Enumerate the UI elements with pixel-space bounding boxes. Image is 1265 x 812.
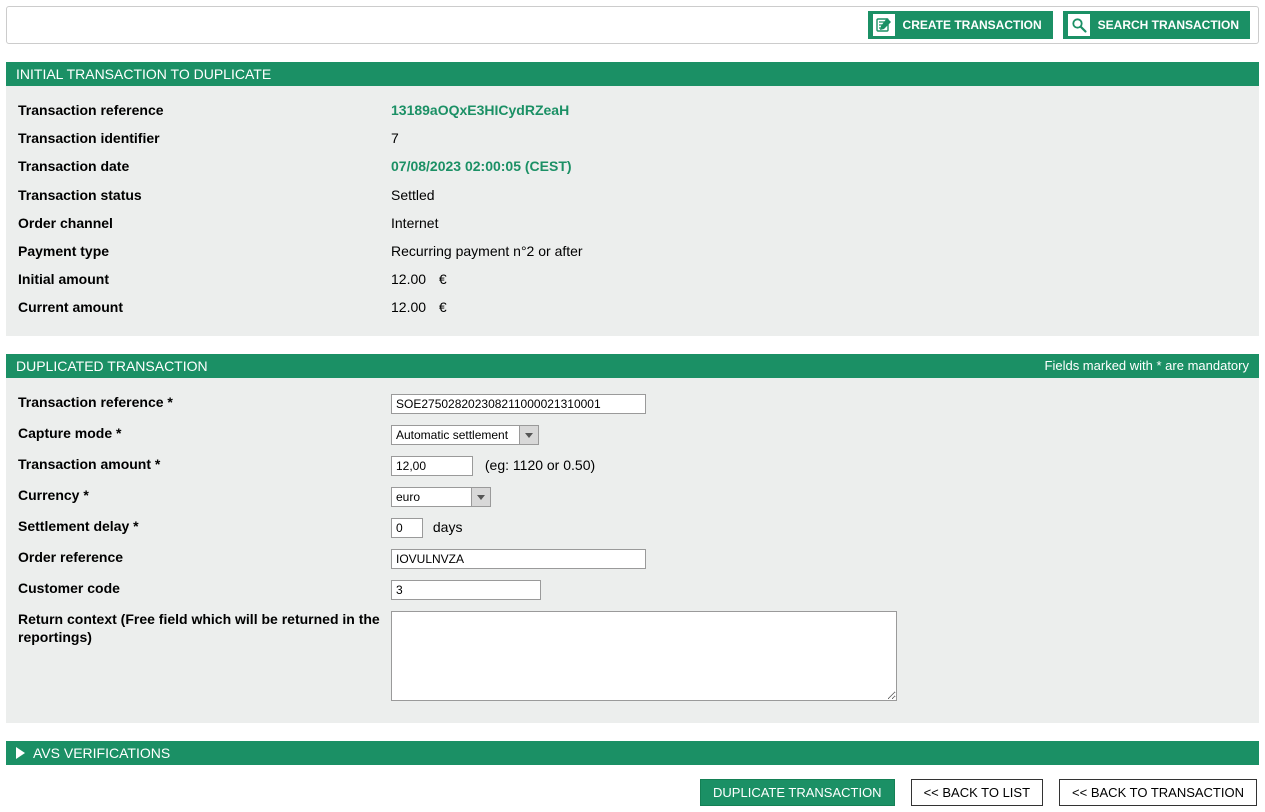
row-return-context: Return context (Free field which will be…: [18, 605, 1247, 709]
back-to-list-button[interactable]: << BACK TO LIST: [911, 779, 1043, 806]
row-settlement-delay: Settlement delay * days: [18, 512, 1247, 543]
customer-code-input[interactable]: [391, 580, 541, 600]
value-current-amount: 12.00 €: [391, 298, 447, 315]
label-txn-id: Transaction identifier: [18, 129, 391, 147]
label-order-channel: Order channel: [18, 214, 391, 232]
row-currency: Currency * euro: [18, 481, 1247, 512]
row-capture-mode: Capture mode * Automatic settlement: [18, 419, 1247, 450]
value-txn-status: Settled: [391, 186, 435, 203]
row-order-channel: Order channel Internet: [18, 209, 1247, 237]
row-txn-ref: Transaction reference 13189aOQxE3HICydRZ…: [18, 96, 1247, 124]
label-currency: Currency *: [18, 486, 391, 504]
search-icon: [1068, 14, 1090, 36]
value-payment-type: Recurring payment n°2 or after: [391, 242, 583, 259]
label-txn-date: Transaction date: [18, 157, 391, 175]
settlement-delay-input[interactable]: [391, 518, 423, 538]
value-txn-date: 07/08/2023 02:00:05 (CEST): [391, 157, 572, 174]
row-order-reference: Order reference: [18, 543, 1247, 574]
label-settlement-delay: Settlement delay *: [18, 517, 391, 535]
label-customer-code: Customer code: [18, 579, 391, 597]
value-initial-amount: 12.00 €: [391, 270, 447, 287]
label-initial-amount: Initial amount: [18, 270, 391, 288]
row-txn-status: Transaction status Settled: [18, 181, 1247, 209]
label-txn-amount: Transaction amount *: [18, 455, 391, 473]
value-txn-id: 7: [391, 129, 399, 146]
initial-section-header: INITIAL TRANSACTION TO DUPLICATE: [6, 62, 1259, 86]
label-current-amount: Current amount: [18, 298, 391, 316]
avs-header-title: AVS VERIFICATIONS: [33, 745, 170, 761]
current-amount-currency: €: [439, 299, 447, 315]
row-customer-code: Customer code: [18, 574, 1247, 605]
currency-select[interactable]: euro: [391, 487, 491, 507]
search-transaction-button[interactable]: SEARCH TRANSACTION: [1063, 11, 1250, 39]
label-txn-status: Transaction status: [18, 186, 391, 204]
row-txn-amount: Transaction amount * (eg: 1120 or 0.50): [18, 450, 1247, 481]
label-return-context: Return context (Free field which will be…: [18, 610, 391, 646]
footer-buttons: DUPLICATE TRANSACTION << BACK TO LIST <<…: [6, 779, 1259, 806]
create-transaction-button[interactable]: CREATE TRANSACTION: [868, 11, 1053, 39]
initial-section-body: Transaction reference 13189aOQxE3HICydRZ…: [6, 86, 1259, 336]
label-capture-mode: Capture mode *: [18, 424, 391, 442]
create-transaction-label: CREATE TRANSACTION: [903, 18, 1042, 32]
settlement-delay-unit: days: [433, 519, 463, 535]
duplicated-header-title: DUPLICATED TRANSACTION: [16, 358, 208, 374]
label-payment-type: Payment type: [18, 242, 391, 260]
initial-amount-currency: €: [439, 271, 447, 287]
value-order-channel: Internet: [391, 214, 438, 231]
label-dup-ref: Transaction reference *: [18, 393, 391, 411]
top-toolbar: CREATE TRANSACTION SEARCH TRANSACTION: [6, 6, 1259, 44]
create-transaction-icon: [873, 14, 895, 36]
mandatory-note: Fields marked with * are mandatory: [1045, 358, 1249, 373]
row-payment-type: Payment type Recurring payment n°2 or af…: [18, 237, 1247, 265]
order-reference-input[interactable]: [391, 549, 646, 569]
duplicated-section-header: DUPLICATED TRANSACTION Fields marked wit…: [6, 354, 1259, 378]
value-txn-ref: 13189aOQxE3HICydRZeaH: [391, 101, 569, 118]
row-initial-amount: Initial amount 12.00 €: [18, 265, 1247, 293]
avs-section-header[interactable]: AVS VERIFICATIONS: [6, 741, 1259, 765]
label-order-reference: Order reference: [18, 548, 391, 566]
duplicated-section-body: Transaction reference * Capture mode * A…: [6, 378, 1259, 723]
return-context-textarea[interactable]: [391, 611, 897, 701]
amount-hint: (eg: 1120 or 0.50): [485, 457, 595, 473]
label-txn-ref: Transaction reference: [18, 101, 391, 119]
row-txn-date: Transaction date 07/08/2023 02:00:05 (CE…: [18, 152, 1247, 180]
current-amount-number: 12.00: [391, 299, 435, 315]
initial-header-title: INITIAL TRANSACTION TO DUPLICATE: [16, 66, 271, 82]
row-dup-ref: Transaction reference *: [18, 388, 1247, 419]
duplicate-transaction-button[interactable]: DUPLICATE TRANSACTION: [700, 779, 895, 806]
transaction-amount-input[interactable]: [391, 456, 473, 476]
back-to-transaction-button[interactable]: << BACK TO TRANSACTION: [1059, 779, 1257, 806]
transaction-reference-input[interactable]: [391, 394, 646, 414]
initial-amount-number: 12.00: [391, 271, 435, 287]
expand-icon: [16, 747, 25, 759]
row-txn-id: Transaction identifier 7: [18, 124, 1247, 152]
row-current-amount: Current amount 12.00 €: [18, 293, 1247, 321]
search-transaction-label: SEARCH TRANSACTION: [1098, 18, 1239, 32]
capture-mode-select[interactable]: Automatic settlement: [391, 425, 539, 445]
